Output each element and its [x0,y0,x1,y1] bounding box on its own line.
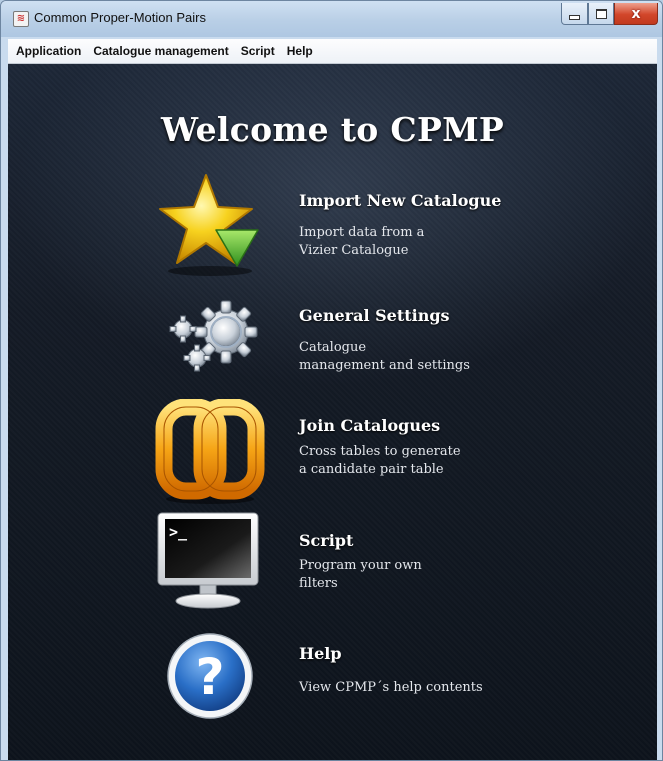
join-catalogues-item[interactable]: Join Catalogues Cross tables to generate… [8,399,657,507]
script-item[interactable]: >_ Script Program your own filters [8,511,657,619]
general-settings-desc-2: management and settings [299,358,470,373]
help-icon[interactable]: ? [154,624,266,732]
join-catalogues-title[interactable]: Join Catalogues [299,416,440,435]
script-desc-2: filters [299,576,338,591]
script-desc-1: Program your own [299,558,422,573]
join-catalogues-desc-1: Cross tables to generate [299,444,461,459]
help-desc-1: View CPMP´s help contents [299,680,483,695]
menu-script[interactable]: Script [235,44,281,58]
minimize-button[interactable] [561,3,588,25]
app-window: ≋ Common Proper-Motion Pairs x Applicati… [0,0,663,761]
import-catalogue-title[interactable]: Import New Catalogue [299,191,501,210]
import-catalogue-desc-2: Vizier Catalogue [299,243,409,258]
svg-text:>_: >_ [169,523,188,541]
help-title[interactable]: Help [299,644,342,663]
script-title[interactable]: Script [299,531,353,550]
help-item[interactable]: ? Help View CPMP´s help contents [8,624,657,732]
join-catalogues-desc-2: a candidate pair table [299,462,444,477]
svg-text:?: ? [195,648,224,706]
join-icon[interactable] [154,399,266,507]
menu-catalogue-management[interactable]: Catalogue management [87,44,234,58]
close-button[interactable]: x [614,3,658,25]
close-icon: x [631,5,641,22]
terminal-icon[interactable]: >_ [154,511,266,619]
window-title: Common Proper-Motion Pairs [34,10,206,25]
menu-application[interactable]: Application [8,44,87,58]
menu-bar: Application Catalogue management Script … [8,39,657,64]
gears-icon[interactable] [154,286,266,394]
title-bar[interactable]: ≋ Common Proper-Motion Pairs x [1,1,662,37]
general-settings-title[interactable]: General Settings [299,306,450,325]
maximize-icon [595,8,607,19]
welcome-panel: Welcome to CPMP Import New Catalogue Imp… [8,64,657,760]
import-catalogue-item[interactable]: Import New Catalogue Import data from a … [8,171,657,279]
java-app-icon[interactable]: ≋ [13,11,29,27]
general-settings-desc-1: Catalogue [299,340,367,355]
minimize-icon [569,15,580,20]
welcome-title: Welcome to CPMP [160,110,505,149]
import-catalogue-desc-1: Import data from a [299,225,425,240]
menu-help[interactable]: Help [281,44,319,58]
general-settings-item[interactable]: General Settings Catalogue management an… [8,286,657,394]
star-download-icon[interactable] [154,171,266,279]
maximize-button[interactable] [588,3,614,25]
